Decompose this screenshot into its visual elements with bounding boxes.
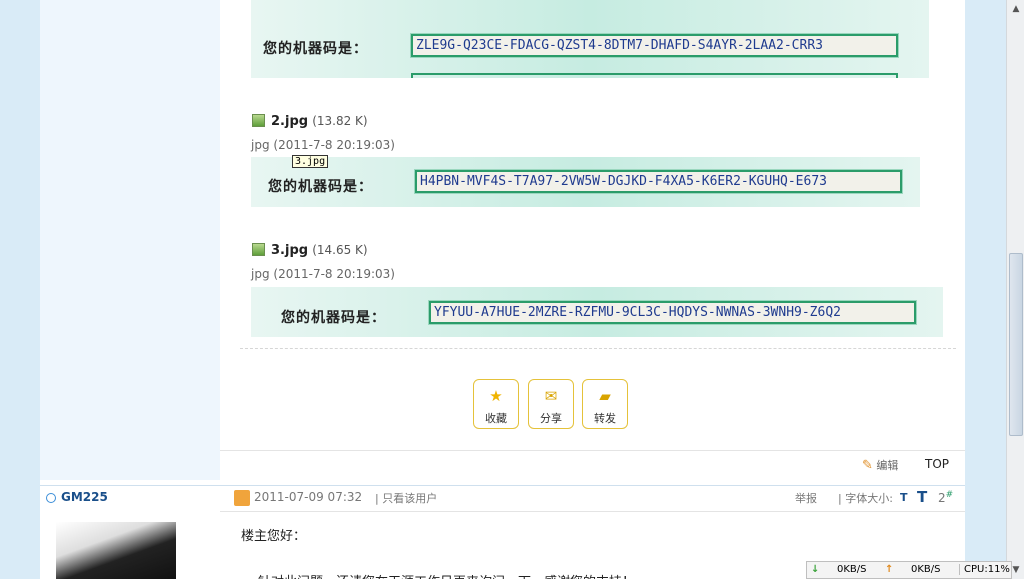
- post-footer-divider: [220, 450, 965, 451]
- file-date: (2011-7-8 20:19:03): [273, 138, 395, 152]
- attachment-meta-2: jpg (2011-7-8 20:19:03): [251, 138, 395, 152]
- filename[interactable]: 2.jpg: [271, 114, 308, 129]
- post-date: 2011-07-09 07:32: [254, 490, 363, 504]
- file-type: jpg: [251, 267, 270, 281]
- download-arrow-icon: ↓: [811, 564, 820, 575]
- scroll-thumb[interactable]: [1009, 253, 1023, 436]
- machine-code-value: YFYUU-A7HUE-2MZRE-RZFMU-9CL3C-HQDYS-NWNA…: [428, 300, 917, 325]
- next-post-header: [40, 485, 965, 513]
- machine-code-label: 您的机器码是：: [268, 179, 373, 195]
- forward-label: 转发: [594, 412, 616, 425]
- avatar[interactable]: [56, 522, 176, 579]
- floor-value: 2: [938, 491, 946, 505]
- cpu-usage: CPU:11%: [959, 564, 1010, 575]
- attachment-filename-3[interactable]: 3.jpg (14.65 K): [271, 243, 368, 258]
- top-link[interactable]: TOP: [925, 457, 949, 471]
- post-body-clip: 针对此问题，还请您在天涯工作日再来询问一下，感谢您的支持！: [240, 571, 806, 579]
- post-author-column: [40, 0, 220, 480]
- image-tooltip: 3.jpg: [292, 155, 329, 168]
- favorite-button[interactable]: ★ 收藏: [473, 379, 519, 429]
- file-date: (2011-7-8 20:19:03): [273, 267, 395, 281]
- folder-icon: ▰: [599, 387, 611, 405]
- filesize: (13.82 K): [312, 114, 368, 128]
- network-status-bar: ↓ 0KB/S ↑ 0KB/S CPU:11%: [806, 561, 1012, 579]
- attachment-image-3[interactable]: 您的机器码是： YFYUU-A7HUE-2MZRE-RZFMU-9CL3C-HQ…: [251, 287, 943, 337]
- attachment-image-2[interactable]: 您的机器码是： H4PBN-MVF4S-T7A97-2VW5W-DGJKD-F4…: [251, 157, 920, 207]
- only-view-user-link[interactable]: | 只看该用户: [375, 490, 437, 506]
- font-small-button[interactable]: T: [900, 491, 908, 504]
- image-file-icon: [252, 114, 265, 127]
- edit-label: 编辑: [876, 459, 899, 472]
- attachment-filename-2[interactable]: 2.jpg (13.82 K): [271, 114, 368, 129]
- font-size-label: | 字体大小:: [838, 492, 893, 505]
- report-link[interactable]: 举报: [795, 490, 817, 506]
- upload-speed: 0KB/S: [911, 564, 941, 575]
- divider: [240, 348, 956, 349]
- online-status-icon: [46, 493, 56, 503]
- scroll-up-icon[interactable]: ▲: [1009, 2, 1023, 16]
- forward-button[interactable]: ▰ 转发: [582, 379, 628, 429]
- file-type: jpg: [251, 138, 270, 152]
- post-body-line: 针对此问题，还请您在天涯工作日再来询问一下，感谢您的支持！: [258, 571, 635, 579]
- post-header-divider: [220, 511, 965, 512]
- filename[interactable]: 3.jpg: [271, 243, 308, 258]
- image-file-icon: [252, 243, 265, 256]
- floor-mark: #: [945, 490, 954, 500]
- attachment-image-1[interactable]: 您的机器码是： ZLE9G-Q23CE-FDACG-QZST4-8DTM7-DH…: [251, 0, 929, 78]
- vertical-scrollbar[interactable]: ▲ ▼: [1006, 0, 1024, 579]
- machine-code-value: H4PBN-MVF4S-T7A97-2VW5W-DGJKD-F4XA5-K6ER…: [414, 169, 903, 194]
- machine-code-value: ZLE9G-Q23CE-FDACG-QZST4-8DTM7-DHAFD-S4AY…: [410, 33, 899, 58]
- edit-link[interactable]: ✎ 编辑: [862, 457, 898, 473]
- post-greeting: 楼主您好：: [241, 529, 307, 544]
- floor-number: 2#: [938, 490, 953, 505]
- username[interactable]: GM225: [61, 490, 108, 504]
- share-label: 分享: [540, 412, 562, 425]
- attachment-meta-3: jpg (2011-7-8 20:19:03): [251, 267, 395, 281]
- star-icon: ★: [489, 387, 503, 405]
- next-code-box-edge: [411, 73, 898, 78]
- font-large-button[interactable]: T: [917, 488, 927, 506]
- pencil-icon: ✎: [862, 458, 873, 473]
- share-button[interactable]: ✉ 分享: [528, 379, 574, 429]
- machine-code-label: 您的机器码是：: [263, 41, 368, 57]
- download-speed: 0KB/S: [837, 564, 867, 575]
- filesize: (14.65 K): [312, 243, 368, 257]
- favorite-label: 收藏: [485, 412, 507, 425]
- envelope-icon: ✉: [544, 387, 558, 405]
- machine-code-label: 您的机器码是：: [281, 310, 386, 326]
- post-icon: [234, 490, 250, 506]
- upload-arrow-icon: ↑: [885, 564, 894, 575]
